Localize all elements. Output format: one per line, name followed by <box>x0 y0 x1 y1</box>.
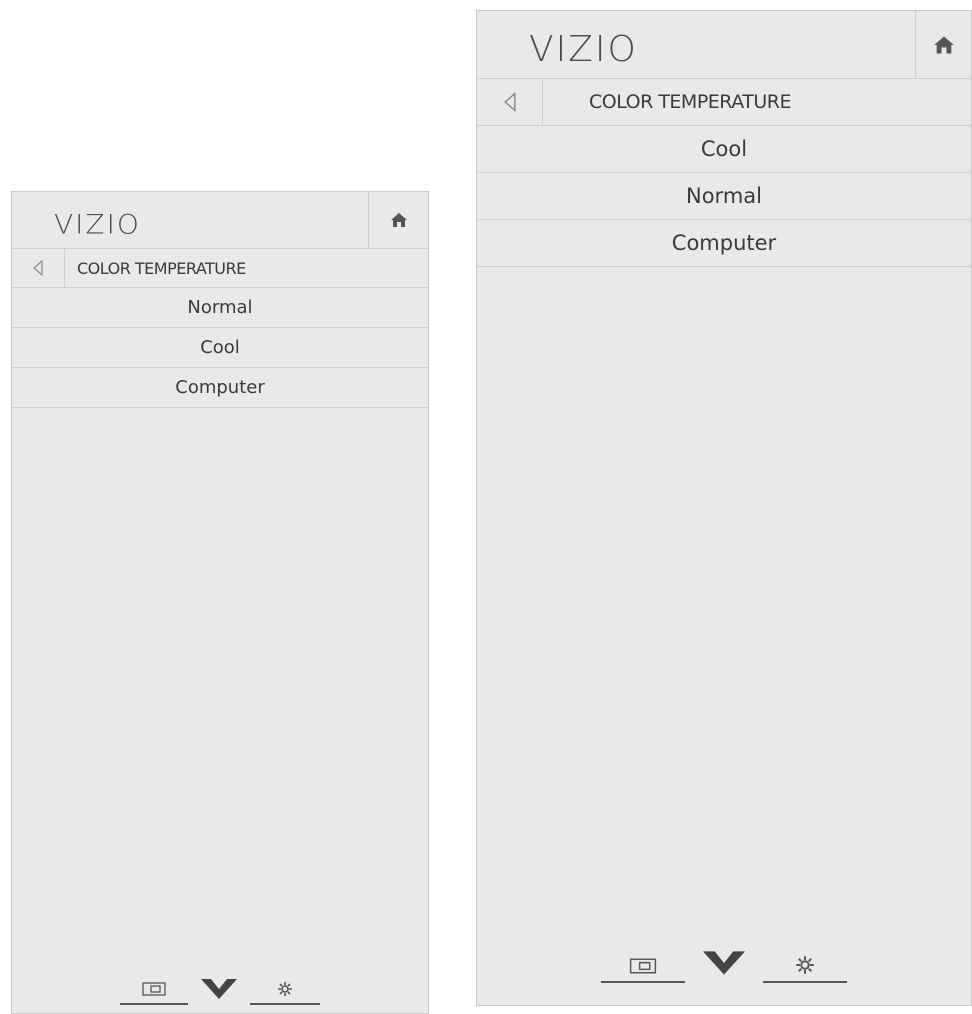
vizio-logo: VIZIO <box>54 208 141 241</box>
back-button[interactable] <box>477 79 543 125</box>
input-icon <box>629 958 657 974</box>
vizio-v-icon <box>201 979 237 999</box>
option-normal[interactable]: Normal <box>477 173 971 220</box>
footer-bar <box>12 961 428 1005</box>
menu-panel-left: VIZIO COLOR TEMPERATURE Normal Cool Comp… <box>11 191 429 1014</box>
back-arrow-icon <box>33 260 43 276</box>
menu-title-row: COLOR TEMPERATURE <box>12 249 428 288</box>
vizio-v-icon <box>703 951 745 975</box>
home-button[interactable] <box>915 11 971 78</box>
header: VIZIO <box>12 192 428 249</box>
menu-title-row: COLOR TEMPERATURE <box>477 79 971 126</box>
menu-title: COLOR TEMPERATURE <box>589 91 791 113</box>
option-cool[interactable]: Cool <box>477 126 971 173</box>
input-button[interactable] <box>120 981 188 1005</box>
vizio-v-button[interactable] <box>200 977 238 1001</box>
vizio-logo: VIZIO <box>529 29 638 70</box>
gear-icon <box>796 956 814 974</box>
settings-button[interactable] <box>250 981 320 1005</box>
back-button[interactable] <box>12 249 65 287</box>
home-icon <box>933 35 954 54</box>
gear-icon <box>278 982 292 996</box>
menu-panel-right: VIZIO COLOR TEMPERATURE Cool Normal Comp… <box>476 10 972 1006</box>
option-computer[interactable]: Computer <box>477 220 971 267</box>
back-arrow-icon <box>503 92 516 112</box>
menu-title: COLOR TEMPERATURE <box>77 258 246 278</box>
settings-button[interactable] <box>763 955 847 983</box>
input-button[interactable] <box>601 957 685 983</box>
footer-bar <box>477 939 971 983</box>
option-cool[interactable]: Cool <box>12 328 428 368</box>
option-normal[interactable]: Normal <box>12 288 428 328</box>
home-icon <box>390 213 407 227</box>
vizio-v-button[interactable] <box>701 949 747 977</box>
input-icon <box>142 982 166 996</box>
header: VIZIO <box>477 11 971 79</box>
home-button[interactable] <box>368 192 428 248</box>
option-computer[interactable]: Computer <box>12 368 428 408</box>
